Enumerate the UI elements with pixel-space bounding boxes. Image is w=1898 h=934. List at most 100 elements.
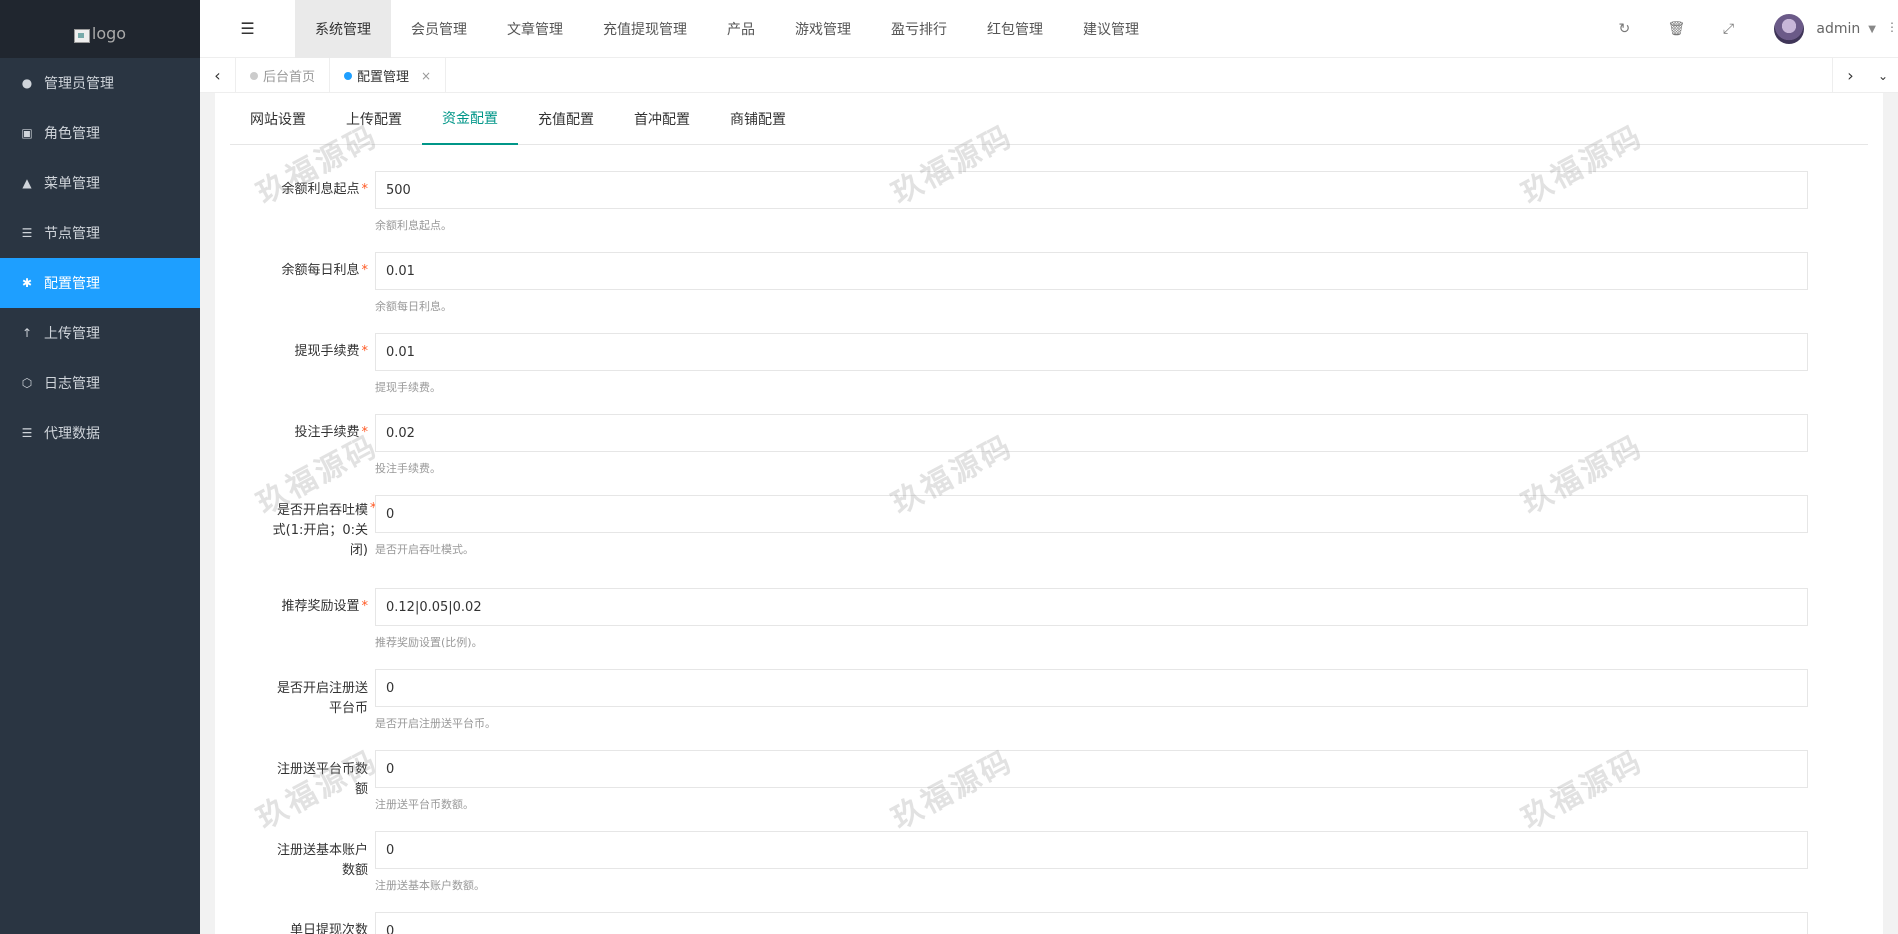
field-label: 推荐奖励设置 * bbox=[281, 599, 368, 614]
logo-alt-text: logo bbox=[91, 23, 127, 43]
sidebar: logo ● 管理员管理 ▣ 角色管理 ▲ 菜单管理 ☰ 节点管理 ✱ 配置管理… bbox=[0, 0, 200, 934]
register-base-account-input[interactable]: 0 bbox=[375, 831, 1808, 869]
tab-scroll-right-icon[interactable]: › bbox=[1832, 58, 1868, 93]
gear-icon: ✱ bbox=[21, 276, 33, 290]
field-label: 余额每日利息 * bbox=[281, 263, 368, 278]
sidebar-toggle-icon[interactable]: ☰ bbox=[200, 0, 295, 58]
refresh-icon[interactable]: ↻ bbox=[1598, 21, 1650, 37]
user-icon: ● bbox=[21, 76, 33, 90]
field-hint: 提现手续费。 bbox=[375, 381, 441, 394]
sidebar-item-upload[interactable]: ↑ 上传管理 bbox=[0, 308, 200, 358]
broken-image-icon bbox=[73, 28, 90, 43]
subtab-site[interactable]: 网站设置 bbox=[230, 93, 326, 145]
top-header: ☰ 系统管理 会员管理 文章管理 充值提现管理 产品 游戏管理 盈亏排行 红包管… bbox=[200, 0, 1898, 58]
sidebar-item-label: 管理员管理 bbox=[44, 76, 114, 92]
role-icon: ▣ bbox=[21, 126, 33, 140]
subtab-funds[interactable]: 资金配置 bbox=[422, 93, 518, 145]
register-coin-amount-input[interactable]: 0 bbox=[375, 750, 1808, 788]
sidebar-item-role[interactable]: ▣ 角色管理 bbox=[0, 108, 200, 158]
more-icon[interactable]: ⋮ bbox=[1886, 20, 1898, 34]
field-hint: 是否开启注册送平台币。 bbox=[375, 717, 496, 730]
field-label: 是否开启吞吐模 式(1:开启；0:关 闭) bbox=[272, 503, 368, 558]
tab-dot-icon bbox=[250, 71, 258, 80]
daily-interest-input[interactable]: 0.01 bbox=[375, 252, 1808, 290]
throughput-mode-input[interactable]: 0 bbox=[375, 495, 1808, 533]
sidebar-item-label: 菜单管理 bbox=[44, 176, 100, 192]
field-hint: 投注手续费。 bbox=[375, 462, 441, 475]
daily-withdraw-count-input[interactable]: 0 bbox=[375, 912, 1808, 934]
field-hint: 推荐奖励设置(比例)。 bbox=[375, 636, 483, 649]
logo[interactable]: logo bbox=[0, 0, 200, 58]
tab-bar: ‹ 后台首页 配置管理 × › ⌄ bbox=[200, 58, 1898, 93]
nav-system[interactable]: 系统管理 bbox=[295, 0, 391, 58]
fullscreen-icon[interactable]: ⤢ bbox=[1702, 21, 1754, 37]
tab-config[interactable]: 配置管理 × bbox=[330, 58, 447, 93]
sidebar-item-label: 上传管理 bbox=[44, 326, 100, 342]
sidebar-item-admin[interactable]: ● 管理员管理 bbox=[0, 58, 200, 108]
sidebar-item-menu[interactable]: ▲ 菜单管理 bbox=[0, 158, 200, 208]
nav-recharge-withdraw[interactable]: 充值提现管理 bbox=[583, 0, 707, 58]
field-label: 单日提现次数 bbox=[289, 923, 368, 934]
sidebar-item-label: 日志管理 bbox=[44, 376, 100, 392]
caret-down-icon: ▼ bbox=[1868, 23, 1876, 35]
nav-member[interactable]: 会员管理 bbox=[391, 0, 487, 58]
tab-menu-chevron-down-icon[interactable]: ⌄ bbox=[1868, 58, 1898, 93]
sidebar-item-node[interactable]: ☰ 节点管理 bbox=[0, 208, 200, 258]
tab-label: 后台首页 bbox=[263, 70, 316, 85]
upload-icon: ↑ bbox=[21, 326, 33, 340]
bet-fee-input[interactable]: 0.02 bbox=[375, 414, 1808, 452]
field-hint: 是否开启吞吐模式。 bbox=[375, 543, 474, 556]
username: admin bbox=[1816, 21, 1861, 37]
log-icon: ⬡ bbox=[21, 376, 33, 390]
list-icon: ☰ bbox=[21, 426, 33, 440]
nav-ranking[interactable]: 盈亏排行 bbox=[871, 0, 967, 58]
sidebar-item-label: 角色管理 bbox=[44, 126, 100, 142]
field-hint: 注册送基本账户数额。 bbox=[375, 879, 485, 892]
sidebar-item-label: 节点管理 bbox=[44, 226, 100, 242]
field-hint: 余额每日利息。 bbox=[375, 300, 452, 313]
field-label: 提现手续费 * bbox=[294, 344, 368, 359]
nav-product[interactable]: 产品 bbox=[707, 0, 775, 58]
field-hint: 余额利息起点。 bbox=[375, 219, 452, 232]
interest-start-input[interactable]: 500 bbox=[375, 171, 1808, 209]
subtab-shop[interactable]: 商铺配置 bbox=[710, 93, 806, 145]
nav-suggestion[interactable]: 建议管理 bbox=[1063, 0, 1159, 58]
subtab-upload[interactable]: 上传配置 bbox=[326, 93, 422, 145]
field-label: 注册送基本账户 数额 bbox=[276, 843, 368, 878]
config-card: 网站设置 上传配置 资金配置 充值配置 首冲配置 商铺配置 余额利息起点 * 50… bbox=[215, 93, 1883, 934]
top-nav: 系统管理 会员管理 文章管理 充值提现管理 产品 游戏管理 盈亏排行 红包管理 … bbox=[295, 0, 1159, 58]
subtab-first-recharge[interactable]: 首冲配置 bbox=[614, 93, 710, 145]
trash-icon[interactable]: 🗑 bbox=[1650, 21, 1702, 37]
avatar bbox=[1774, 14, 1805, 44]
sidebar-item-label: 代理数据 bbox=[44, 426, 100, 442]
tab-label: 配置管理 bbox=[357, 70, 410, 85]
tab-home[interactable]: 后台首页 bbox=[236, 58, 331, 93]
tree-icon: ▲ bbox=[22, 176, 32, 190]
tab-dot-icon bbox=[344, 71, 353, 80]
nav-redpacket[interactable]: 红包管理 bbox=[967, 0, 1063, 58]
close-icon[interactable]: × bbox=[421, 69, 431, 83]
register-bonus-toggle-input[interactable]: 0 bbox=[375, 669, 1808, 707]
nav-article[interactable]: 文章管理 bbox=[487, 0, 583, 58]
sidebar-item-label: 配置管理 bbox=[44, 276, 100, 292]
open-tabs: 后台首页 配置管理 × bbox=[236, 58, 447, 93]
sidebar-item-config[interactable]: ✱ 配置管理 bbox=[0, 258, 200, 308]
field-hint: 注册送平台币数额。 bbox=[375, 798, 474, 811]
withdraw-fee-input[interactable]: 0.01 bbox=[375, 333, 1808, 371]
sidebar-item-log[interactable]: ⬡ 日志管理 bbox=[0, 358, 200, 408]
header-actions: ↻ 🗑 ⤢ admin ▼ ⋮ bbox=[1598, 0, 1898, 58]
main-content: 网站设置 上传配置 资金配置 充值配置 首冲配置 商铺配置 余额利息起点 * 50… bbox=[200, 93, 1898, 934]
field-label: 是否开启注册送 平台币 bbox=[276, 681, 368, 716]
sidebar-menu: ● 管理员管理 ▣ 角色管理 ▲ 菜单管理 ☰ 节点管理 ✱ 配置管理 ↑ 上传… bbox=[0, 58, 200, 458]
nav-game[interactable]: 游戏管理 bbox=[775, 0, 871, 58]
field-label: 投注手续费 * bbox=[294, 425, 368, 440]
field-label: 余额利息起点 * bbox=[281, 182, 368, 197]
referral-reward-input[interactable]: 0.12|0.05|0.02 bbox=[375, 588, 1808, 626]
sidebar-item-agent[interactable]: ☰ 代理数据 bbox=[0, 408, 200, 458]
tab-scroll-left-icon[interactable]: ‹ bbox=[200, 58, 236, 93]
field-label: 注册送平台币数 额 bbox=[276, 762, 368, 797]
subtab-recharge[interactable]: 充值配置 bbox=[518, 93, 614, 145]
config-subtabs: 网站设置 上传配置 资金配置 充值配置 首冲配置 商铺配置 bbox=[230, 93, 1868, 145]
user-menu[interactable]: admin ▼ bbox=[1774, 14, 1898, 44]
list-icon: ☰ bbox=[21, 226, 33, 240]
